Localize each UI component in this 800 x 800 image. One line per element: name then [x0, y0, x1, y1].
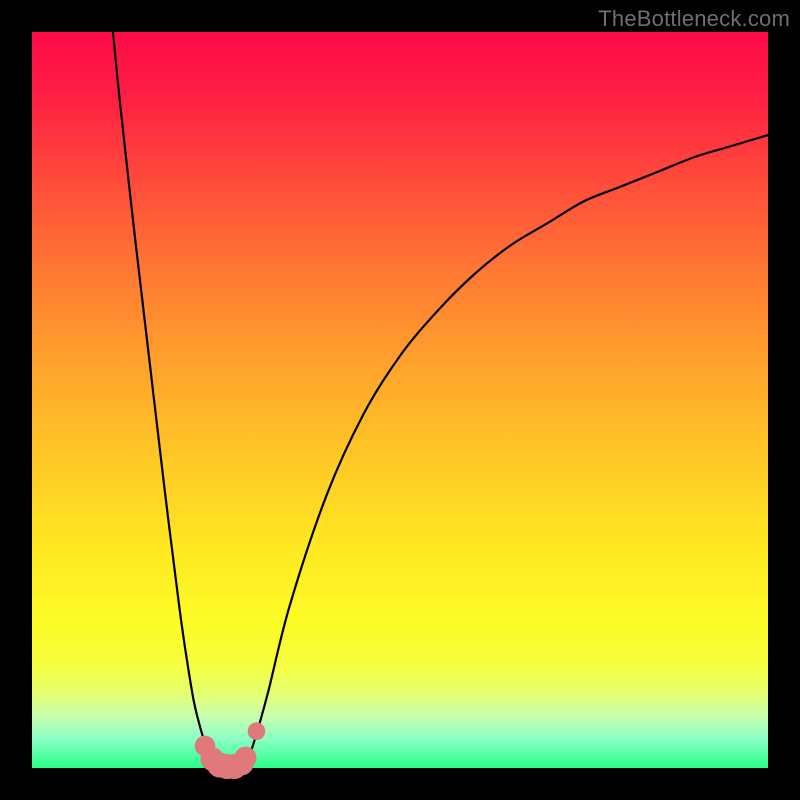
watermark-text: TheBottleneck.com	[598, 6, 790, 32]
bottleneck-curve	[113, 32, 768, 768]
valley-marker	[248, 722, 266, 740]
chart-frame: TheBottleneck.com	[0, 0, 800, 800]
valley-markers	[195, 722, 266, 779]
plot-area	[32, 32, 768, 768]
curve-svg	[32, 32, 768, 768]
valley-marker	[234, 747, 256, 769]
